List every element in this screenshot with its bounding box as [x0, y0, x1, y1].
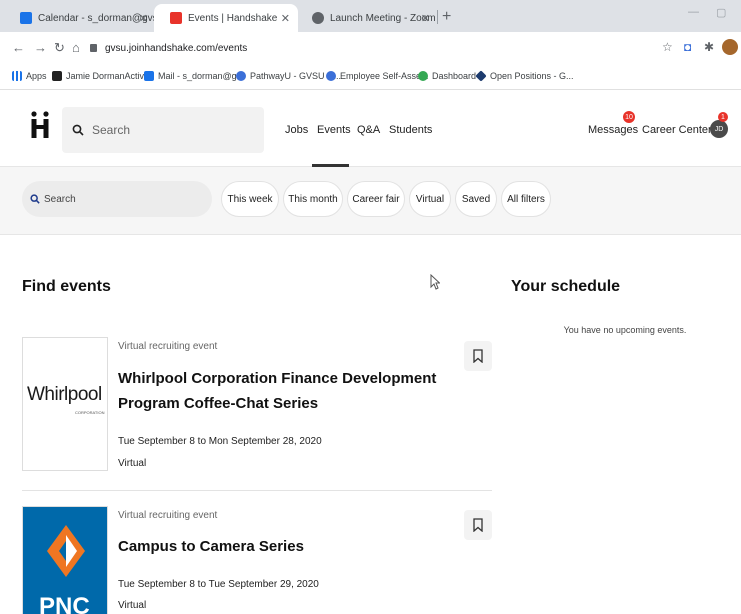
browser-toolbar: ← → ↻ ⌂ gvsu.joinhandshake.com/events ☆ … — [0, 32, 741, 64]
event-card[interactable]: Whirlpool CORPORATION Virtual recruiting… — [22, 337, 492, 491]
bookmark-icon — [473, 349, 483, 363]
lock-icon — [90, 44, 97, 52]
event-dates: Tue September 8 to Tue September 29, 202… — [118, 579, 319, 590]
close-icon[interactable]: ✕ — [139, 12, 148, 25]
tab-title: Events | Handshake — [188, 12, 278, 24]
search-placeholder: Search — [92, 123, 131, 137]
bookmark-employee[interactable]: Employee Self-Asse... — [326, 71, 429, 81]
event-location: Virtual — [118, 600, 147, 611]
tab-title: Launch Meeting - Zoom — [330, 12, 436, 24]
messages-link[interactable]: Messages — [588, 124, 638, 136]
tab-handshake[interactable]: Events | Handshake ✕ — [154, 4, 298, 32]
bookmark-label: Open Positions - G... — [490, 71, 574, 81]
tab-zoom[interactable]: Launch Meeting - Zoom ✕ — [296, 4, 438, 32]
star-icon[interactable]: ☆ — [662, 40, 673, 54]
event-search-input[interactable]: Search — [22, 181, 212, 217]
save-event-button[interactable] — [464, 510, 492, 540]
event-dates: Tue September 8 to Mon September 28, 202… — [118, 436, 322, 447]
event-type: Virtual recruiting event — [118, 341, 218, 352]
event-title-line1[interactable]: Whirlpool Corporation Finance Developmen… — [118, 366, 436, 391]
bookmark-label: Dashboard — [432, 71, 477, 81]
whirlpool-logo-text: Whirlpool — [27, 384, 102, 405]
close-icon[interactable]: ✕ — [421, 12, 430, 25]
bookmark-apps[interactable]: Apps — [12, 71, 47, 81]
pathway-icon — [236, 71, 246, 81]
search-icon — [72, 124, 84, 136]
event-title-line2[interactable]: Program Coffee-Chat Series — [118, 391, 318, 416]
handshake-icon — [170, 12, 182, 24]
zoom-icon — [312, 12, 324, 24]
event-card[interactable]: PNC Virtual recruiting event Campus to C… — [22, 506, 492, 614]
gvsu-icon — [326, 71, 336, 81]
nav-jobs[interactable]: Jobs — [285, 124, 308, 136]
pnc-logo-text: PNC — [39, 593, 90, 614]
tab-separator — [437, 10, 438, 24]
bookmark-label: Jamie DormanActivi... — [66, 71, 154, 81]
bookmark-label: Apps — [26, 71, 47, 81]
event-location: Virtual — [118, 458, 147, 469]
reload-icon[interactable]: ↻ — [54, 40, 65, 56]
messages-badge: 10 — [623, 111, 635, 123]
event-search-placeholder: Search — [44, 193, 76, 205]
bookmark-open-positions[interactable]: Open Positions - G... — [475, 70, 574, 82]
schedule-empty-message: You have no upcoming events. — [563, 325, 687, 335]
global-search-input[interactable]: Search — [62, 107, 264, 153]
save-event-button[interactable] — [464, 341, 492, 371]
bookmark-icon — [473, 518, 483, 532]
whirlpool-logo: Whirlpool CORPORATION — [22, 337, 108, 471]
filter-virtual[interactable]: Virtual — [409, 181, 451, 217]
nav-qa[interactable]: Q&A — [357, 124, 380, 136]
bookmark-blackboard[interactable]: Jamie DormanActivi... — [52, 71, 154, 81]
calendar-icon — [20, 12, 32, 24]
bookmark-label: Mail - s_dorman@g... — [158, 71, 245, 81]
pnc-logo: PNC — [22, 506, 108, 614]
handshake-logo-icon[interactable] — [30, 111, 50, 139]
url-text: gvsu.joinhandshake.com/events — [105, 42, 248, 54]
close-icon[interactable]: ✕ — [281, 12, 290, 25]
apps-grid-icon — [12, 71, 22, 81]
diamond-icon — [475, 70, 487, 82]
extension-shield-icon[interactable]: ◘ — [684, 40, 691, 54]
bookmarks-bar: Apps Jamie DormanActivi... Mail - s_dorm… — [0, 64, 741, 90]
user-avatar[interactable]: JD — [710, 120, 728, 138]
find-events-heading: Find events — [22, 278, 111, 295]
forward-icon[interactable]: → — [34, 40, 47, 55]
browser-tab-strip: Calendar - s_dorman@gvsu.edu ✕ Events | … — [0, 0, 741, 32]
new-tab-icon[interactable]: + — [442, 8, 451, 26]
profile-avatar[interactable] — [722, 39, 738, 55]
event-type: Virtual recruiting event — [118, 510, 218, 521]
career-center-badge: 1 — [718, 112, 728, 122]
filter-career-fair[interactable]: Career fair — [347, 181, 405, 217]
filter-all-filters[interactable]: All filters — [501, 181, 551, 217]
maximize-icon[interactable]: ▢ — [716, 6, 726, 19]
event-title[interactable]: Campus to Camera Series — [118, 534, 304, 559]
nav-events[interactable]: Events — [317, 124, 351, 136]
career-center-link[interactable]: Career Center — [642, 124, 712, 136]
site-header: Search Jobs Events Q&A Students Messages… — [0, 91, 741, 167]
filter-this-month[interactable]: This month — [283, 181, 343, 217]
filter-saved[interactable]: Saved — [455, 181, 497, 217]
back-icon[interactable]: ← — [12, 40, 25, 55]
your-schedule-heading: Your schedule — [511, 278, 621, 295]
search-icon — [30, 194, 40, 204]
event-filter-bar: Search This week This month Career fair … — [0, 167, 741, 235]
minimize-icon[interactable]: — — [688, 6, 699, 18]
bookmark-label: Employee Self-Asse... — [340, 71, 429, 81]
mail-icon — [144, 71, 154, 81]
address-bar[interactable]: gvsu.joinhandshake.com/events — [86, 37, 686, 59]
bookmark-dashboard[interactable]: Dashboard — [418, 71, 476, 81]
dashboard-icon — [418, 71, 428, 81]
home-icon[interactable]: ⌂ — [72, 40, 80, 55]
filter-this-week[interactable]: This week — [221, 181, 279, 217]
bb-icon — [52, 71, 62, 81]
nav-students[interactable]: Students — [389, 124, 432, 136]
mouse-cursor-icon — [430, 274, 440, 290]
bookmark-mail[interactable]: Mail - s_dorman@g... — [144, 71, 244, 81]
extensions-puzzle-icon[interactable]: ✱ — [704, 40, 714, 54]
whirlpool-logo-subtext: CORPORATION — [75, 410, 105, 415]
tab-calendar[interactable]: Calendar - s_dorman@gvsu.edu ✕ — [4, 4, 183, 32]
